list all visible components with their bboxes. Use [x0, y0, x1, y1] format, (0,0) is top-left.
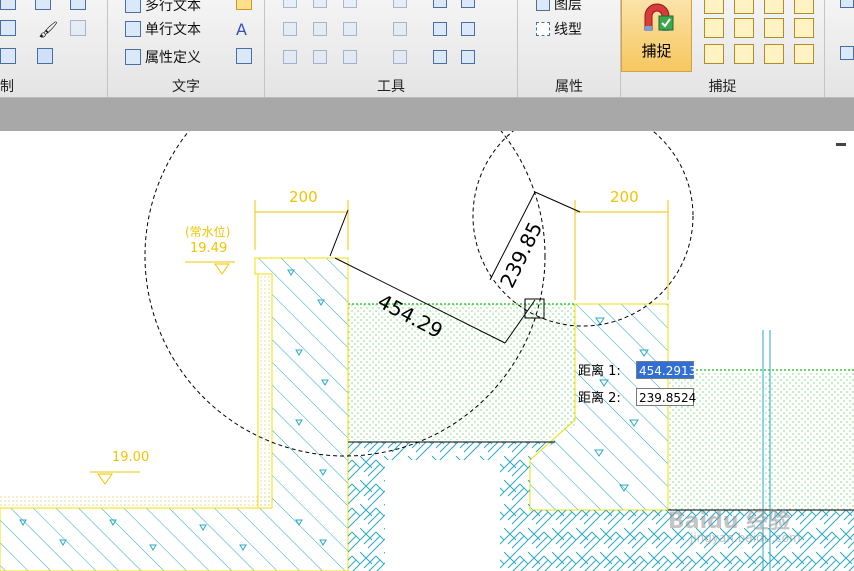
draw-tool-6[interactable] [70, 20, 90, 36]
bottom-level-value: 19.00 [112, 450, 150, 465]
linetype-button[interactable]: 线型 [536, 19, 582, 39]
text-modify-icon[interactable] [236, 48, 256, 64]
attribute-definition-label: 属性定义 [145, 50, 201, 66]
snap-button[interactable]: 捕捉 [621, 0, 692, 72]
draw-tool-1[interactable] [0, 0, 20, 10]
tools-icon-8[interactable] [313, 22, 331, 36]
text-style-icon[interactable] [236, 0, 256, 10]
linetype-label: 线型 [554, 22, 582, 38]
tools-icon-11[interactable] [433, 22, 451, 36]
multiline-text-label: 多行文本 [145, 0, 201, 14]
distance-2-input[interactable]: 239.8524 [636, 387, 696, 406]
group-properties-label: 属性 [555, 79, 583, 95]
dimension-text-right: 200 [610, 188, 639, 206]
group-text-label: 文字 [172, 79, 200, 95]
snap-perpendicular-icon[interactable] [764, 18, 784, 38]
multiline-text-button[interactable]: 多行文本 [125, 0, 201, 15]
tools-icon-7[interactable] [283, 22, 301, 36]
snap-midpoint-icon[interactable] [734, 0, 754, 14]
ribbon-toolbar: 🖌 制 多行文本 单行文本 属性定义 A 文字 工具 图层 线型 属性 捕捉 捕… [0, 0, 854, 98]
snap-triangle-icon[interactable] [704, 44, 724, 64]
layer-button[interactable]: 图层 [536, 0, 582, 14]
layer-label: 图层 [554, 0, 582, 13]
extra-tool-icon-1[interactable] [840, 0, 854, 8]
tools-icon-17[interactable] [433, 50, 451, 64]
single-line-text-button[interactable]: 单行文本 [125, 19, 201, 39]
draw-tool-7[interactable] [0, 48, 20, 64]
tools-icon-12[interactable] [461, 22, 479, 36]
group-text: 多行文本 单行文本 属性定义 A 文字 [108, 0, 265, 97]
snap-insert-icon[interactable] [734, 44, 754, 64]
tools-icon-10[interactable] [393, 22, 411, 36]
group-tools-label: 工具 [377, 79, 405, 95]
tools-icon-4[interactable] [393, 0, 411, 8]
snap-node-icon[interactable] [794, 0, 814, 14]
group-draw-label: 制 [0, 79, 14, 95]
table-icon[interactable] [37, 48, 57, 64]
distance-2-label: 距离 2: [578, 391, 621, 406]
tools-icon-6[interactable] [461, 0, 479, 8]
group-snap-label: 捕捉 [708, 79, 737, 95]
draw-tool-3[interactable] [70, 0, 90, 10]
brush-icon[interactable]: 🖌 [38, 20, 58, 39]
tools-icon-14[interactable] [313, 50, 331, 64]
tools-icon-2[interactable] [313, 0, 331, 8]
snap-quadrant-icon[interactable] [764, 44, 784, 64]
distance-2-row: 距离 2: 239.8524 [578, 387, 696, 406]
tools-icon-13[interactable] [283, 50, 301, 64]
drawing-canvas[interactable]: 200 200 (常水位) 19.49 19.00 454.29 239.85 … [0, 131, 854, 571]
group-tools: 工具 [265, 0, 518, 97]
dimension-text-left: 200 [289, 188, 318, 206]
distance-1-row: 距离 1: 454.2913 [578, 360, 696, 379]
attribute-definition-button[interactable]: 属性定义 [125, 47, 201, 67]
snap-nearest-icon[interactable] [794, 44, 814, 64]
tools-icon-3[interactable] [343, 0, 361, 8]
tools-icon-18[interactable] [461, 50, 479, 64]
tools-icon-9[interactable] [343, 22, 361, 36]
magnet-icon [644, 3, 674, 31]
group-properties: 图层 线型 属性 [518, 0, 621, 97]
tab-bar [0, 98, 854, 131]
extra-tool-icon-2[interactable] [840, 46, 854, 60]
tools-icon-15[interactable] [343, 50, 361, 64]
draw-tool-4[interactable] [0, 20, 20, 36]
snap-button-label: 捕捉 [641, 42, 672, 60]
tools-icon-1[interactable] [283, 0, 301, 8]
tools-icon-16[interactable] [393, 50, 411, 64]
distance-1-label: 距离 1: [578, 364, 621, 379]
tools-icon-5[interactable] [433, 0, 451, 8]
water-level-label: (常水位) [185, 225, 231, 239]
single-line-text-label: 单行文本 [145, 22, 201, 38]
baidu-watermark-url: jingyan.baidu.com [690, 531, 801, 545]
draw-tool-2[interactable] [35, 0, 55, 10]
snap-endpoint-icon[interactable] [704, 0, 724, 14]
snap-square-icon[interactable] [734, 18, 754, 38]
snap-intersection-icon[interactable] [704, 18, 724, 38]
snap-center-icon[interactable] [764, 0, 784, 14]
water-level-value: 19.49 [190, 241, 228, 256]
snap-parallel-icon[interactable] [794, 18, 814, 38]
distance-1-input[interactable]: 454.2913 [636, 360, 696, 379]
group-draw: 🖌 制 [0, 0, 108, 97]
text-edit-icon[interactable]: A [236, 20, 247, 39]
